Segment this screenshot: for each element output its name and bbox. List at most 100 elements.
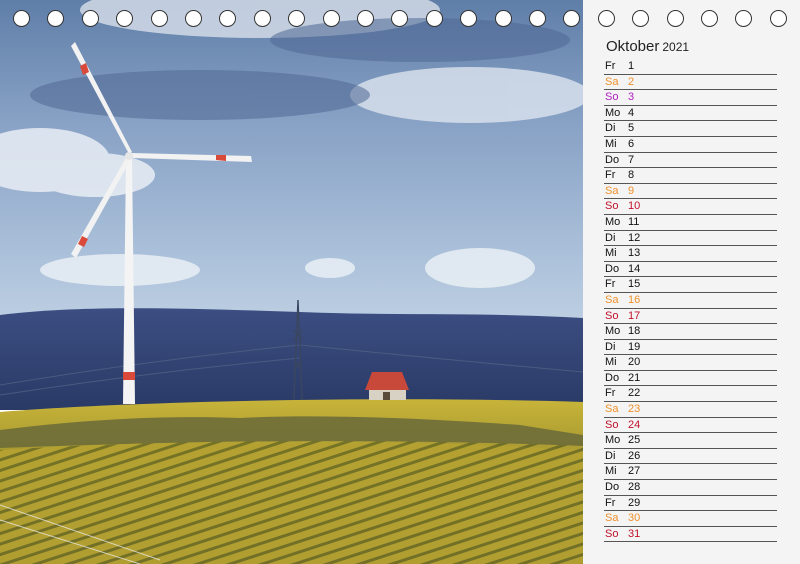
day-number: 3 bbox=[628, 91, 635, 104]
day-row: Mi 27 bbox=[604, 464, 777, 481]
weekday-label: Fr bbox=[605, 169, 616, 182]
day-number: 18 bbox=[628, 325, 641, 338]
day-row: Fr 1 bbox=[604, 59, 777, 75]
weekday-label: So bbox=[605, 309, 619, 322]
weekday-label: So bbox=[605, 200, 619, 213]
weekday-label: Mi bbox=[605, 137, 617, 150]
day-number: 29 bbox=[628, 496, 641, 509]
day-number: 10 bbox=[628, 200, 641, 213]
day-number: 16 bbox=[628, 293, 641, 306]
day-row: Mo 11 bbox=[604, 215, 777, 231]
weekday-label: Fr bbox=[605, 496, 616, 509]
day-row: Di 19 bbox=[604, 340, 777, 356]
day-row: Fr 22 bbox=[604, 386, 777, 403]
day-row: Sa 30 bbox=[604, 511, 777, 527]
day-number: 13 bbox=[628, 247, 641, 260]
vine-rows bbox=[0, 441, 583, 564]
weekday-label: Di bbox=[605, 231, 616, 244]
weekday-label: Fr bbox=[605, 387, 616, 400]
day-row: Do 28 bbox=[604, 480, 777, 496]
day-row: Do 14 bbox=[604, 262, 777, 278]
day-number: 6 bbox=[628, 137, 635, 150]
day-row: Di 5 bbox=[604, 121, 777, 137]
wind-turbine-vineyard-picture bbox=[0, 0, 583, 564]
day-number: 19 bbox=[628, 340, 641, 353]
weekday-label: Sa bbox=[605, 184, 619, 197]
weekday-label: So bbox=[605, 418, 619, 431]
month-title: Oktober 2021 bbox=[606, 38, 689, 55]
day-row: Do 21 bbox=[604, 371, 777, 387]
day-number: 4 bbox=[628, 106, 635, 119]
weekday-label: Mo bbox=[605, 106, 621, 119]
weekday-label: Mo bbox=[605, 325, 621, 338]
calendar-column: Oktober 2021 Fr 1 Sa 2 So 3 Mo 4 Di 5 Mi 6 Do 7 Fr 8 Sa 9 S… bbox=[583, 0, 800, 564]
day-row: Di 26 bbox=[604, 449, 777, 465]
day-row: Mi 6 bbox=[604, 137, 777, 153]
day-row: Do 7 bbox=[604, 153, 777, 169]
day-row: Di 12 bbox=[604, 231, 777, 247]
day-number: 21 bbox=[628, 371, 641, 384]
weekday-label: Sa bbox=[605, 403, 619, 416]
weekday-label: Do bbox=[605, 262, 620, 275]
weekday-label: Mo bbox=[605, 434, 621, 447]
landscape-photo bbox=[0, 0, 583, 564]
day-row: Mi 20 bbox=[604, 355, 777, 371]
day-number: 17 bbox=[628, 309, 641, 322]
day-row: So 17 bbox=[604, 309, 777, 325]
day-number: 30 bbox=[628, 512, 641, 525]
calendar-page: Oktober 2021 Fr 1 Sa 2 So 3 Mo 4 Di 5 Mi 6 Do 7 Fr 8 Sa 9 S… bbox=[0, 0, 800, 564]
day-number: 12 bbox=[628, 231, 641, 244]
day-row: Fr 8 bbox=[604, 168, 777, 184]
day-row: Sa 9 bbox=[604, 184, 777, 200]
weekday-label: So bbox=[605, 527, 619, 540]
year: 2021 bbox=[662, 40, 690, 54]
day-row: Fr 15 bbox=[604, 277, 777, 293]
day-row: Sa 16 bbox=[604, 293, 777, 309]
weekday-label: Mi bbox=[605, 247, 617, 260]
weekday-label: Fr bbox=[605, 278, 616, 291]
day-number: 9 bbox=[628, 184, 635, 197]
weekday-label: Fr bbox=[605, 60, 616, 72]
weekday-label: So bbox=[605, 91, 619, 104]
day-number: 2 bbox=[628, 75, 635, 88]
weekday-label: Sa bbox=[605, 75, 619, 88]
day-row: So 10 bbox=[604, 199, 777, 215]
day-number: 22 bbox=[628, 387, 641, 400]
weekday-label: Di bbox=[605, 122, 616, 135]
day-number: 5 bbox=[628, 122, 635, 135]
day-row: Sa 23 bbox=[604, 402, 777, 418]
day-row: So 3 bbox=[604, 90, 777, 106]
day-number: 26 bbox=[628, 449, 641, 462]
day-number: 20 bbox=[628, 356, 641, 369]
day-number: 15 bbox=[628, 278, 641, 291]
day-row: Mi 13 bbox=[604, 246, 777, 262]
weekday-label: Mi bbox=[605, 465, 617, 478]
day-row: So 31 bbox=[604, 527, 777, 543]
day-number: 11 bbox=[628, 215, 640, 228]
weekday-label: Sa bbox=[605, 293, 619, 306]
day-row: Mo 18 bbox=[604, 324, 777, 340]
weekday-label: Di bbox=[605, 340, 616, 353]
day-list: Fr 1 Sa 2 So 3 Mo 4 Di 5 Mi 6 Do 7 Fr 8 Sa 9 So 10 Mo 11 Di 12 M… bbox=[604, 59, 777, 543]
month-name: Oktober bbox=[606, 38, 660, 55]
day-number: 27 bbox=[628, 465, 641, 478]
day-number: 25 bbox=[628, 434, 641, 447]
day-number: 28 bbox=[628, 481, 641, 494]
day-number: 7 bbox=[628, 153, 635, 166]
day-number: 14 bbox=[628, 262, 641, 275]
day-row: Mo 4 bbox=[604, 106, 777, 122]
day-number: 23 bbox=[628, 403, 641, 416]
weekday-label: Sa bbox=[605, 512, 619, 525]
day-number: 31 bbox=[628, 527, 641, 540]
day-number: 1 bbox=[628, 60, 635, 72]
weekday-label: Do bbox=[605, 153, 620, 166]
weekday-label: Di bbox=[605, 449, 616, 462]
weekday-label: Do bbox=[605, 371, 620, 384]
weekday-label: Mi bbox=[605, 356, 617, 369]
day-row: Sa 2 bbox=[604, 75, 777, 91]
day-number: 24 bbox=[628, 418, 641, 431]
weekday-label: Mo bbox=[605, 215, 621, 228]
vineyard-hut bbox=[365, 372, 409, 400]
day-row: Fr 29 bbox=[604, 496, 777, 512]
day-row: Mo 25 bbox=[604, 433, 777, 449]
